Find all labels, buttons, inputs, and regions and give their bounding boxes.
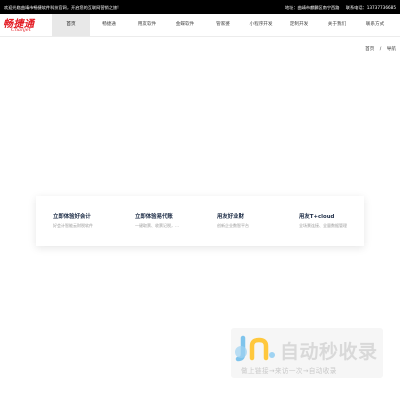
nav-item-home[interactable]: 首页 [52, 14, 90, 36]
card-haoyecai[interactable]: 用友好业财 创新企业数智平台 [200, 196, 282, 246]
card-title: 立即体验好会计 [53, 214, 91, 220]
nav-item-miniprogram[interactable]: 小程序开发 [242, 14, 280, 36]
breadcrumb-current: 导航 [386, 47, 396, 52]
watermark-title: 自动秒收录 [280, 341, 378, 363]
welcome-text: 欢迎光临曲靖市畅捷软件科技官网，开启您的互联网营销之旅! [4, 4, 119, 10]
nav-item-yonyou[interactable]: 用友软件 [128, 14, 166, 36]
phone-text: 联系电话：13737736685 [345, 4, 396, 10]
nav-item-guanjiapo[interactable]: 管家婆 [204, 14, 242, 36]
breadcrumb-home[interactable]: 首页 [365, 47, 374, 52]
breadcrumb-separator: / [379, 47, 382, 52]
card-desc: 创新企业数智平台 [217, 223, 249, 228]
nav-menu: 首页 畅捷通 用友软件 金蝶软件 管家婆 小程序开发 定制开发 关于我们 联系方… [52, 14, 394, 36]
card-title: 立即体验易代账 [135, 214, 173, 220]
nav-item-kingdee[interactable]: 金蝶软件 [166, 14, 204, 36]
card-title: 用友好业财 [217, 214, 244, 220]
address-text: 地址：曲靖市麒麟区南宁西路 [284, 4, 340, 10]
main-navbar: 畅捷通 Chanjet 首页 畅捷通 用友软件 金蝶软件 管家婆 小程序开发 定… [0, 14, 400, 37]
auto-index-watermark[interactable]: 自动秒收录 做上链接→来访一次→自动收录 [231, 328, 383, 378]
watermark-subtitle: 做上链接→来访一次→自动收录 [241, 367, 337, 375]
card-desc: 全场景连接、全量数据管理 [299, 223, 347, 228]
nav-item-custom-dev[interactable]: 定制开发 [280, 14, 318, 36]
logo-en-text: Chanjet [11, 27, 31, 33]
product-cards: 立即体验好会计 好会计智能云财税软件 立即体验易代账 一键取票、收票记税，… 用… [36, 196, 364, 246]
card-title: 用友T+cloud [299, 214, 335, 220]
chanjet-logo[interactable]: 畅捷通 Chanjet [3, 15, 49, 35]
card-tplus-cloud[interactable]: 用友T+cloud 全场景连接、全量数据管理 [282, 196, 364, 246]
breadcrumb: 首页 / 导航 [361, 46, 396, 52]
card-yidaizhang[interactable]: 立即体验易代账 一键取票、收票记税，… [118, 196, 200, 246]
nav-item-about[interactable]: 关于我们 [318, 14, 356, 36]
contact-info: 地址：曲靖市麒麟区南宁西路 联系电话：13737736685 [280, 5, 396, 11]
nav-item-chanjet[interactable]: 畅捷通 [90, 14, 128, 36]
nav-item-contact[interactable]: 联系方式 [356, 14, 394, 36]
card-haokuaiji[interactable]: 立即体验好会计 好会计智能云财税软件 [36, 196, 118, 246]
watermark-logo-icon [235, 335, 275, 362]
top-info-bar: 欢迎光临曲靖市畅捷软件科技官网，开启您的互联网营销之旅! 地址：曲靖市麒麟区南宁… [0, 0, 400, 14]
card-desc: 好会计智能云财税软件 [53, 223, 93, 228]
card-desc: 一键取票、收票记税，… [135, 223, 179, 228]
